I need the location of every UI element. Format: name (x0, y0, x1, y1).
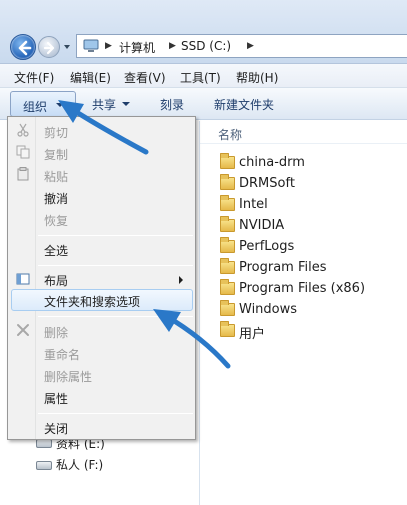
menu-item-close[interactable]: 关闭 (44, 420, 68, 437)
drive-icon (36, 461, 52, 470)
menu-item-paste[interactable]: 粘贴 (44, 168, 68, 185)
address-box[interactable]: ▶ 计算机 ▶ SSD (C:) ▶ (76, 34, 407, 58)
menu-item-copy[interactable]: 复制 (44, 146, 68, 163)
menu-item-remove-properties[interactable]: 删除属性 (44, 368, 92, 385)
list-item[interactable]: DRMSoft (220, 174, 407, 193)
breadcrumb-separator-icon[interactable]: ▶ (247, 41, 254, 51)
organize-button[interactable]: 组织 (10, 91, 76, 117)
menu-edit[interactable]: 编辑(E) (70, 69, 111, 86)
list-item[interactable]: NVIDIA (220, 216, 407, 235)
computer-icon (83, 39, 99, 52)
file-name: DRMSoft (239, 176, 295, 191)
breadcrumb-separator-icon[interactable]: ▶ (169, 41, 176, 51)
new-folder-button[interactable]: 新建文件夹 (214, 96, 274, 113)
folder-icon (220, 216, 235, 232)
menu-separator (38, 413, 193, 414)
chevron-down-icon (56, 103, 64, 107)
layout-icon (16, 273, 30, 285)
folder-icon (220, 258, 235, 274)
menu-separator (38, 265, 193, 266)
file-name: Intel (239, 197, 268, 212)
menu-separator (38, 235, 193, 236)
menu-item-layout[interactable]: 布局 (44, 272, 68, 289)
burn-button[interactable]: 刻录 (160, 96, 184, 113)
menu-item-rename[interactable]: 重命名 (44, 346, 80, 363)
menu-item-properties[interactable]: 属性 (44, 390, 68, 407)
list-item[interactable]: 用户 (220, 321, 407, 342)
menu-item-select-all[interactable]: 全选 (44, 242, 68, 259)
menu-item-delete[interactable]: 删除 (44, 324, 68, 341)
file-name: PerfLogs (239, 239, 295, 254)
folder-icon (220, 237, 235, 253)
file-name: NVIDIA (239, 218, 285, 233)
folder-icon (220, 195, 235, 211)
file-name: china-drm (239, 155, 305, 170)
column-header-name[interactable]: 名称 (218, 126, 242, 143)
file-name: Windows (239, 302, 298, 317)
folder-icon (220, 279, 235, 295)
organize-menu: 剪切 复制 粘贴 撤消 恢复 全选 布局 文件夹和搜索选项 删除 重命名 删除属… (7, 116, 196, 440)
nav-drive-f[interactable]: 私人 (F:) (56, 456, 103, 473)
menu-view[interactable]: 查看(V) (124, 69, 166, 86)
scissors-icon (17, 123, 29, 137)
file-name: Program Files (239, 260, 327, 275)
chevron-down-icon (122, 102, 130, 106)
share-button[interactable]: 共享 (92, 96, 116, 113)
menu-item-undo[interactable]: 撤消 (44, 190, 68, 207)
copy-icon (16, 145, 30, 159)
arrow-right-icon (43, 41, 55, 55)
explorer-window: ▶ 计算机 ▶ SSD (C:) ▶ 文件(F) 编辑(E) 查看(V) 工具(… (0, 0, 407, 505)
arrow-left-icon (18, 40, 32, 56)
breadcrumb-computer[interactable]: 计算机 (119, 39, 155, 56)
clipboard-icon (17, 167, 29, 181)
folder-icon (220, 174, 235, 190)
drive-icon (36, 439, 52, 448)
list-item[interactable]: Intel (220, 195, 407, 214)
menu-item-folder-search-options[interactable]: 文件夹和搜索选项 (44, 293, 140, 310)
back-button[interactable] (10, 34, 36, 60)
list-item[interactable]: Program Files (x86) (220, 279, 407, 298)
header-divider (200, 143, 407, 144)
address-toolbar: ▶ 计算机 ▶ SSD (C:) ▶ (0, 0, 407, 64)
menu-help[interactable]: 帮助(H) (236, 69, 278, 86)
folder-icon (220, 153, 235, 169)
recent-pages-dropdown-icon[interactable] (63, 43, 71, 51)
file-name: Program Files (x86) (239, 281, 366, 296)
organize-label: 组织 (23, 100, 48, 114)
forward-button[interactable] (38, 36, 60, 58)
list-item[interactable]: PerfLogs (220, 237, 407, 256)
menu-item-cut[interactable]: 剪切 (44, 124, 68, 141)
list-item[interactable]: Program Files (220, 258, 407, 277)
menu-tools[interactable]: 工具(T) (180, 69, 221, 86)
menu-item-redo[interactable]: 恢复 (44, 212, 68, 229)
delete-x-icon (17, 324, 29, 336)
menu-file[interactable]: 文件(F) (14, 69, 54, 86)
menu-bar: 文件(F) 编辑(E) 查看(V) 工具(T) 帮助(H) (0, 64, 407, 88)
submenu-arrow-icon (179, 276, 183, 284)
file-list-pane: 名称 china-drm DRMSoft Intel NVIDIA PerfLo… (200, 121, 407, 505)
file-name: 用户 (239, 327, 266, 342)
breadcrumb-ssd-c[interactable]: SSD (C:) (181, 39, 231, 53)
list-item[interactable]: Windows (220, 300, 407, 319)
menu-separator (38, 316, 193, 317)
list-item[interactable]: china-drm (220, 153, 407, 172)
folder-icon (220, 321, 235, 337)
folder-icon (220, 300, 235, 316)
breadcrumb-separator-icon[interactable]: ▶ (105, 41, 112, 51)
